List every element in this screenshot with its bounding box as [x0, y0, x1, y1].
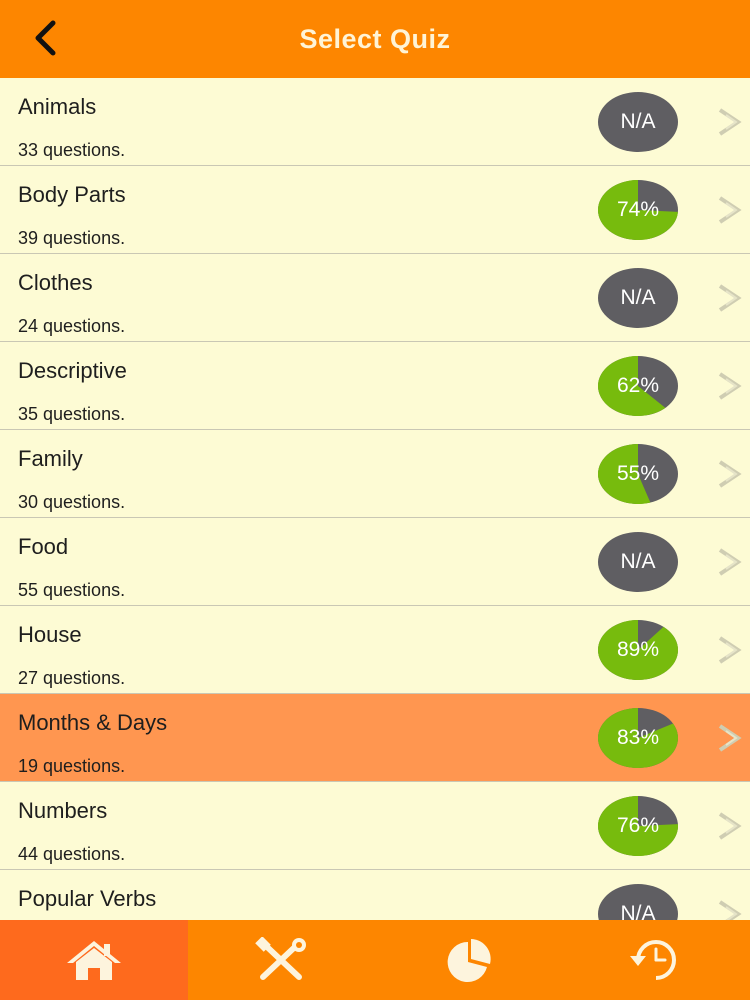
chevron-right-icon	[718, 636, 742, 664]
quiz-title: House	[18, 622, 82, 647]
score-label: N/A	[620, 286, 656, 309]
chevron-right-icon	[718, 196, 742, 224]
quiz-title: Body Parts	[18, 182, 126, 207]
history-icon	[630, 940, 677, 980]
quiz-title: Descriptive	[18, 358, 127, 383]
chevron-right-icon	[718, 284, 742, 312]
tab-tools[interactable]	[188, 920, 376, 1000]
score-label: N/A	[620, 110, 656, 133]
chevron-right-icon	[718, 900, 742, 920]
quiz-question-count: 35 questions.	[18, 404, 126, 424]
score-badge: N/A	[597, 531, 679, 593]
quiz-question-count: 55 questions.	[18, 580, 126, 600]
score-label: 83%	[616, 726, 660, 749]
page-title: Select Quiz	[299, 23, 451, 54]
chevron-right-icon	[718, 724, 742, 752]
score-label: 74%	[616, 198, 660, 221]
chevron-right-icon	[718, 812, 742, 840]
score-label: 62%	[616, 374, 660, 397]
quiz-title: Months & Days	[18, 710, 168, 735]
header: Select Quiz	[0, 0, 750, 78]
quiz-question-count: 27 questions.	[18, 668, 126, 688]
score-label: 89%	[616, 638, 660, 661]
score-label: N/A	[620, 550, 656, 573]
quiz-title: Animals	[18, 94, 97, 119]
quiz-question-count: 19 questions.	[18, 756, 126, 776]
chevron-right-icon	[718, 460, 742, 488]
tab-bar	[0, 920, 750, 1000]
quiz-list[interactable]: Animals 33 questions. N/A Body Parts 39 ques…	[0, 78, 750, 920]
pie-chart-icon	[447, 939, 491, 982]
quiz-row[interactable]: Clothes 24 questions. N/A	[0, 254, 750, 342]
back-button[interactable]	[22, 14, 70, 62]
score-badge: 83%	[597, 707, 679, 769]
quiz-row[interactable]: Family 30 questions. 55%	[0, 430, 750, 518]
back-arrow-icon	[35, 20, 56, 56]
tab-history[interactable]	[563, 920, 750, 1000]
score-badge: N/A	[597, 883, 679, 920]
score-badge: N/A	[597, 267, 679, 329]
score-label: N/A	[620, 902, 656, 920]
score-label: 55%	[616, 462, 660, 485]
quiz-title: Popular Verbs	[18, 886, 157, 911]
app: Select Quiz Animals 33 questions. N/A Body …	[0, 0, 750, 1000]
score-badge: 89%	[597, 619, 679, 681]
quiz-question-count: 24 questions.	[18, 316, 126, 336]
quiz-row[interactable]: House 27 questions. 89%	[0, 606, 750, 694]
chevron-right-icon	[718, 108, 742, 136]
chevron-right-icon	[718, 372, 742, 400]
chevron-right-icon	[718, 548, 742, 576]
quiz-question-count: 30 questions.	[18, 492, 126, 512]
quiz-row[interactable]: Body Parts 39 questions. 74%	[0, 166, 750, 254]
tab-home[interactable]	[0, 920, 188, 1000]
score-badge: 74%	[597, 179, 679, 241]
home-icon	[66, 941, 121, 980]
quiz-title: Clothes	[18, 270, 93, 295]
quiz-title: Food	[18, 534, 69, 559]
quiz-question-count: 44 questions.	[18, 844, 126, 864]
quiz-row[interactable]: Popular Verbs N/A	[0, 870, 750, 920]
tab-stats[interactable]	[375, 920, 563, 1000]
quiz-row[interactable]: Descriptive 35 questions. 62%	[0, 342, 750, 430]
quiz-row[interactable]: Animals 33 questions. N/A	[0, 78, 750, 166]
tools-icon	[255, 937, 307, 980]
quiz-question-count: 39 questions.	[18, 228, 126, 248]
quiz-title: Family	[18, 446, 83, 471]
score-badge: 55%	[597, 443, 679, 505]
quiz-question-count: 33 questions.	[18, 140, 126, 160]
score-badge: N/A	[597, 91, 679, 153]
quiz-row[interactable]: Numbers 44 questions. 76%	[0, 782, 750, 870]
quiz-row[interactable]: Food 55 questions. N/A	[0, 518, 750, 606]
score-badge: 76%	[597, 795, 679, 857]
score-badge: 62%	[597, 355, 679, 417]
quiz-row[interactable]: Months & Days 19 questions. 83%	[0, 694, 750, 782]
score-label: 76%	[616, 814, 660, 837]
quiz-title: Numbers	[18, 798, 108, 823]
